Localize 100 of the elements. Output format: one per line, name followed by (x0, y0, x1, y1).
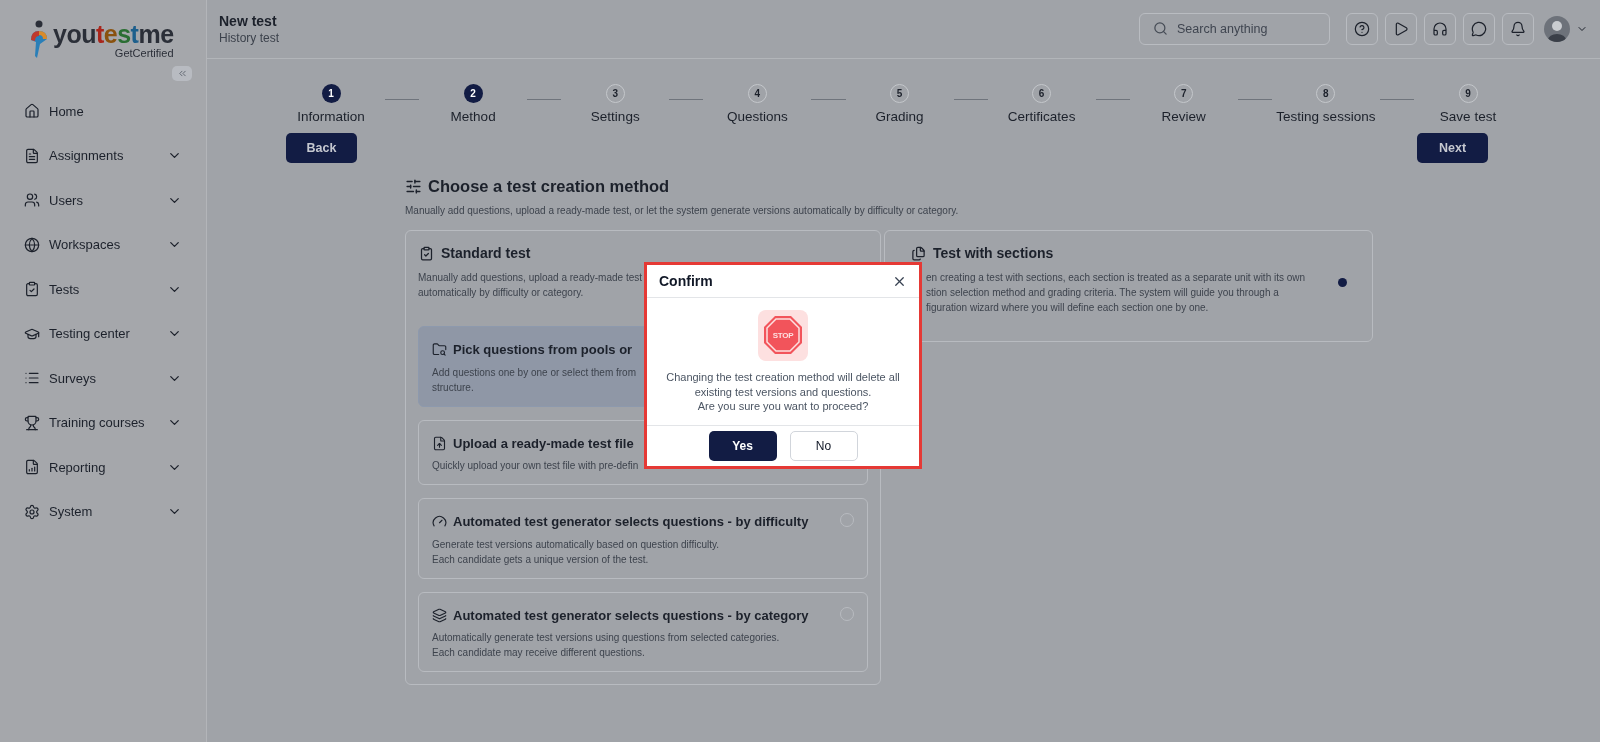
stop-sign-icon: STOP (758, 310, 808, 361)
search-icon (1153, 21, 1168, 36)
sidebar-label: Home (49, 102, 85, 121)
next-button[interactable]: Next (1417, 133, 1488, 164)
wizard-step[interactable]: 6 Certificates (989, 84, 1094, 128)
wizard-step[interactable]: 3 Settings (563, 84, 668, 128)
bell-icon (1510, 21, 1526, 37)
sidebar-label: Tests (49, 280, 81, 299)
sidebar-label: Training courses (49, 414, 146, 432)
sidebar-label: Workspaces (49, 236, 122, 254)
step-label: Grading (875, 108, 924, 126)
option-description: Generate test versions automatically based on question difficulty. (432, 537, 719, 552)
option-title: Pick questions from pools or (453, 341, 633, 359)
sidebar-item[interactable]: System (0, 489, 206, 534)
option-description: Automatically generate test versions using questions from selected categories. (432, 631, 780, 645)
page-title: New test (219, 12, 278, 30)
sidebar-item[interactable]: Workspaces (0, 222, 206, 267)
settings-icon (24, 503, 40, 520)
step-label: Questions (726, 108, 788, 126)
search-field[interactable]: Search anything (1139, 13, 1330, 45)
option-title: Automated test generator selects questions - by category (453, 606, 809, 625)
card-description: en creating a test with sections, each section is treated as a separate unit with its own (926, 271, 1306, 285)
confirm-button[interactable]: Yes (708, 430, 777, 461)
wizard-step[interactable]: 5 Grading (847, 84, 952, 128)
avatar[interactable] (1544, 16, 1570, 42)
back-button[interactable]: Back (286, 133, 357, 164)
trophy-icon (24, 414, 40, 431)
dialog-title: Confirm (659, 271, 713, 291)
layers-icon (432, 607, 447, 623)
logo-text: youtestme (53, 21, 174, 47)
section-description: Manually add questions, upload a ready-made test, or let the system generate versions automatically by difficulty or category. (405, 204, 960, 218)
card-description: Manually add questions, upload a ready-made test (418, 271, 643, 285)
card-description: stion selection method and grading criteria. The system will guide you through a (926, 286, 1279, 300)
sidebar-item[interactable]: Tests (0, 267, 206, 312)
sidebar-item[interactable]: Users (0, 178, 206, 223)
wizard-step[interactable]: 7 Review (1131, 84, 1236, 128)
card-title: Test with sections (933, 244, 1054, 263)
sidebar-item[interactable]: Testing center (0, 311, 206, 356)
step-number: 2 (463, 84, 483, 103)
page-subtitle: History test (219, 29, 280, 46)
wizard-step[interactable]: 8 Testing sessions (1273, 84, 1378, 128)
logo-tagline: GetCertified (114, 47, 174, 59)
option-title: Upload a ready-made test file (453, 434, 634, 453)
wizard-step[interactable]: 4 Questions (705, 84, 810, 128)
option-description: Add questions one by one or select them from (432, 365, 636, 380)
sidebar-label: Assignments (49, 147, 125, 165)
wizard-step[interactable]: 1 Information (279, 84, 383, 128)
users-icon (24, 192, 40, 209)
step-label: Testing sessions (1276, 108, 1376, 126)
headset-icon (1432, 21, 1448, 37)
sidebar-label: System (49, 503, 94, 521)
play-icon (1393, 21, 1409, 37)
sidebar-item[interactable]: Reporting (0, 445, 206, 490)
sliders-icon (405, 178, 422, 196)
headset-button[interactable] (1424, 13, 1456, 45)
step-number: 1 (321, 84, 341, 103)
section-title: Choose a test creation method (428, 176, 670, 198)
wizard-step[interactable]: 2 Method (421, 84, 526, 128)
chat-button[interactable] (1463, 13, 1495, 45)
step-label: Method (450, 108, 496, 126)
play-button[interactable] (1385, 13, 1417, 45)
card-title: Standard test (441, 244, 531, 263)
checklist-icon (24, 281, 40, 298)
card-description: figuration wizard where you will define each section one by one. (926, 301, 1209, 315)
sidebar-label: Testing center (49, 325, 131, 343)
step-label: Certificates (1007, 108, 1076, 126)
chart-document-icon (24, 459, 40, 476)
option-description: Quickly upload your own test file with pre-defin (432, 459, 639, 473)
step-label: Information (297, 108, 365, 126)
sidebar-item[interactable]: Surveys (0, 356, 206, 401)
sidebar-item[interactable]: Training courses (0, 400, 206, 445)
bell-button[interactable] (1502, 13, 1534, 45)
wizard-step[interactable]: 9 Save test (1416, 84, 1520, 128)
radio-button[interactable] (1338, 277, 1347, 287)
sidebar-label: Reporting (49, 458, 107, 477)
sidebar-label: Surveys (49, 369, 97, 388)
checklist-icon (419, 246, 434, 261)
cancel-button[interactable]: No (789, 430, 858, 461)
help-button[interactable] (1346, 13, 1378, 45)
method-option[interactable]: Automated test generator selects questions - by difficulty Generate test versions automatically based on question difficulty. Each candidate gets a unique version of the test. (418, 498, 868, 579)
file-upload-icon (432, 435, 447, 451)
globe-icon (24, 236, 40, 253)
files-icon (911, 246, 926, 261)
option-description: Each candidate may receive different questions. (432, 646, 645, 660)
option-title: Automated test generator selects questions - by difficulty (453, 513, 809, 531)
card-description: automatically by difficulty or category. (418, 286, 584, 300)
help-icon (1354, 21, 1370, 37)
option-description: Each candidate gets a unique version of the test. (432, 552, 649, 567)
sidebar-label: Users (49, 191, 84, 210)
double-chevron-icon (176, 68, 188, 79)
option-description: structure. (432, 380, 474, 395)
sidebar-item[interactable]: Assignments (0, 133, 206, 178)
sidebar-item[interactable]: Home (0, 89, 206, 134)
document-icon (24, 147, 40, 164)
logo-icon (29, 20, 49, 60)
step-label: Settings (590, 108, 640, 126)
folder-search-icon (432, 342, 447, 358)
chat-icon (1471, 21, 1487, 37)
step-label: Save test (1439, 108, 1497, 126)
method-option[interactable]: Automated test generator selects questions - by category Automatically generate test versions using questions from selected categories. Each candidate may receive different questions. (418, 591, 868, 672)
